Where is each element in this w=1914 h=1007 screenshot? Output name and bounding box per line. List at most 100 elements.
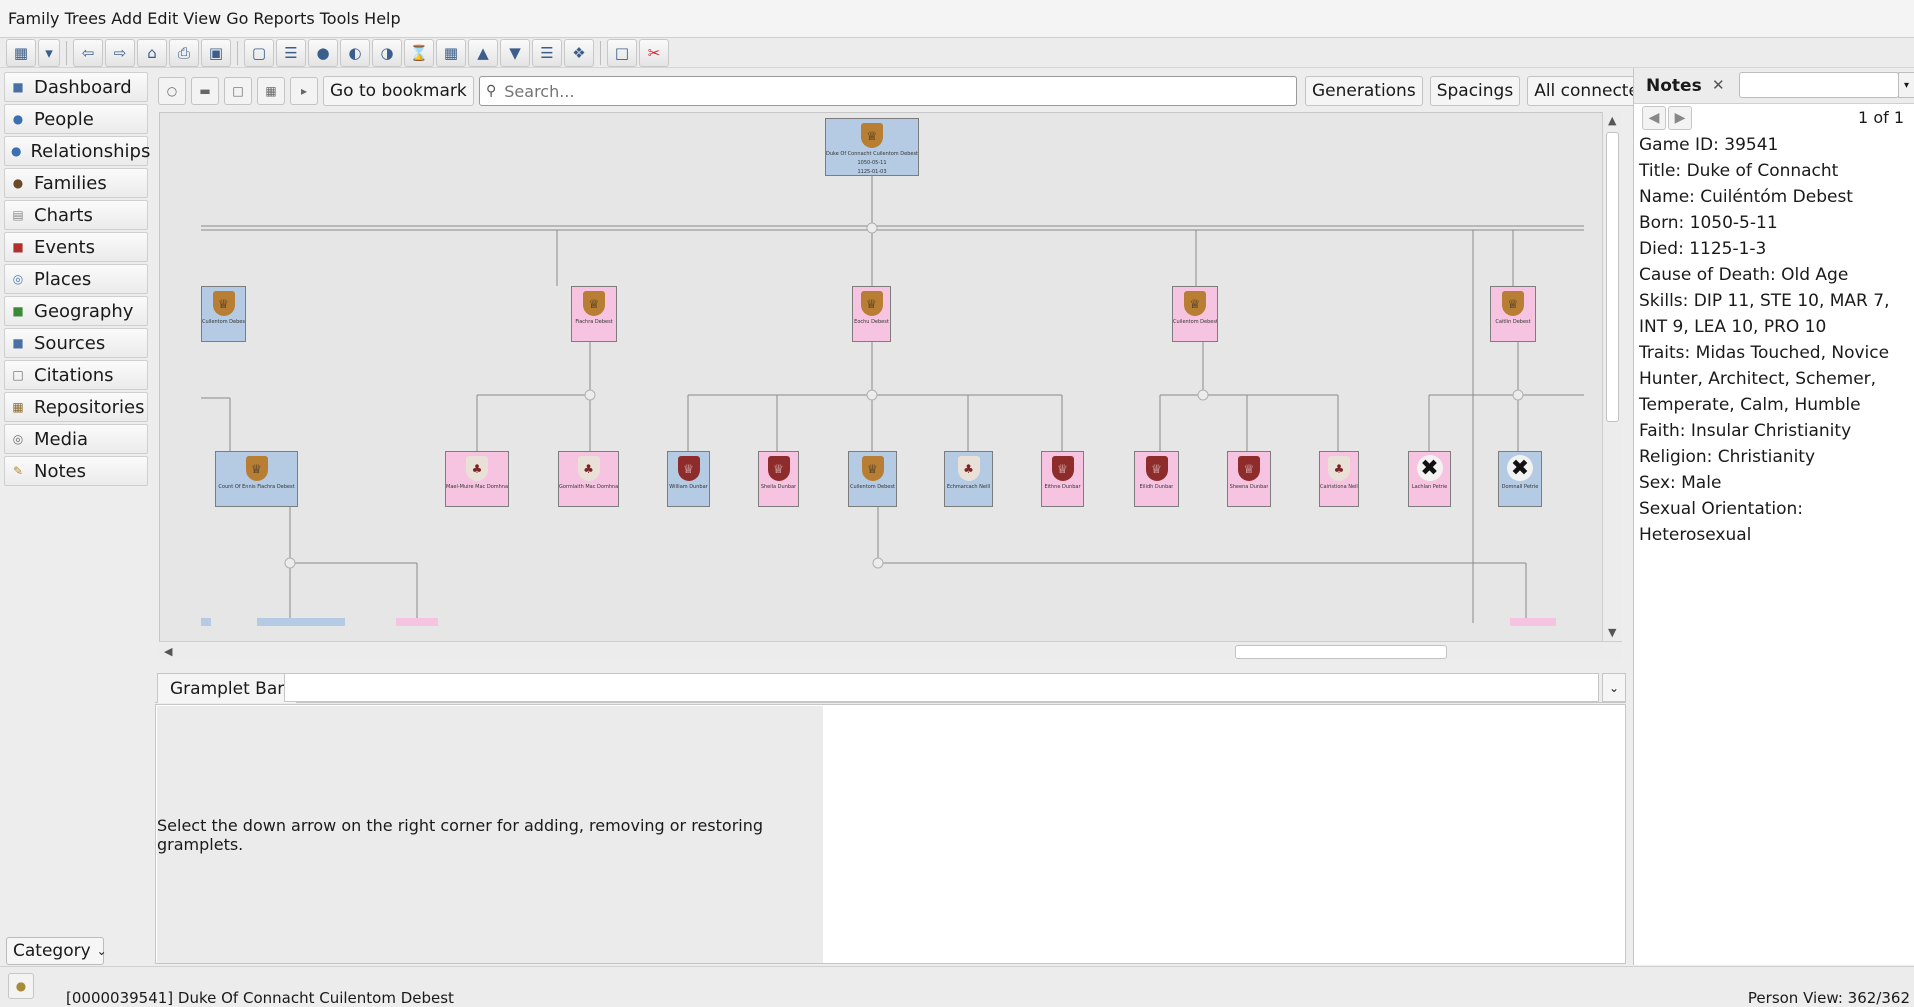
menu-go[interactable]: Go [226,9,248,28]
person-card-root[interactable]: ♕ Duke Of Connacht Cuilentom Debest 1050… [825,118,919,176]
generations-button[interactable]: Generations [1305,76,1423,106]
search-field[interactable]: ⚲ [479,76,1297,106]
bookmark-icon[interactable]: □ [224,77,252,105]
person-card-grandchild[interactable]: ♕ William Dunbar [667,451,710,507]
scroll-up-icon[interactable]: ▲ [1608,114,1616,127]
menu-family-trees[interactable]: Family Trees [8,9,106,28]
category-dropdown[interactable]: Category ⌄ [6,937,107,965]
sidebar-item-relationships[interactable]: ● Relationships [4,136,150,166]
fan-chart-icon[interactable]: ◐ [340,38,370,67]
tree-canvas[interactable]: ♕ Duke Of Connacht Cuilentom Debest 1050… [159,112,1622,642]
coat-of-arms-icon: ♣ [1328,456,1350,481]
pedigree-icon[interactable]: ● [308,38,338,67]
person-card-grandchild[interactable]: ♕ Eilidh Dunbar [1134,451,1179,507]
sidebar-item-events[interactable]: ■ Events [4,232,148,262]
hourglass-icon[interactable]: ⌛ [404,38,434,67]
person-card-grandchild[interactable]: ♕ Count Of Ennis Fiachra Debest [215,451,298,507]
status-count: Person View: 362/362 [1747,989,1910,1007]
scroll-down-icon[interactable]: ▼ [1608,626,1616,639]
tools-icon[interactable]: ✂ [639,38,669,67]
family-trees-icon[interactable]: ▦ [6,38,36,67]
collapse-icon[interactable]: ▬ [191,77,219,105]
warning-icon[interactable]: ● [8,973,34,999]
person-card-child[interactable]: ♕ Cuilentom Debest [201,286,246,342]
tab-gramplet-bar[interactable]: Gramplet Bar [157,673,298,703]
sidebar-item-families[interactable]: ● Families [4,168,148,198]
descendant-fan-icon[interactable]: ◑ [372,38,402,67]
ancestry-icon[interactable]: ▲ [468,38,498,67]
back-icon[interactable]: ⇦ [73,38,103,67]
gramplet-message: Select the down arrow on the right corne… [157,706,823,963]
person-card-grandchild[interactable]: ♣ Cairistiona Neill [1319,451,1359,507]
sidebar-item-repositories[interactable]: ▦ Repositories [4,392,148,422]
sidebar-item-sources[interactable]: ■ Sources [4,328,148,358]
sidebar-item-citations[interactable]: □ Citations [4,360,148,390]
scrollbar-thumb[interactable] [1606,132,1619,422]
menu-view[interactable]: View [183,9,221,28]
sidebar-item-geography[interactable]: ■ Geography [4,296,148,326]
person-card-grandchild[interactable]: ♕ Eithne Dunbar [1041,451,1084,507]
scrollbar-thumb[interactable] [1235,645,1447,659]
scroll-left-icon[interactable]: ◀ [164,645,172,658]
sidebar-item-people[interactable]: ● People [4,104,148,134]
person-card-grandchild[interactable]: ♕ Sheila Dunbar [758,451,799,507]
go-to-bookmark-button[interactable]: Go to bookmark [323,76,474,106]
person-view-icon[interactable]: ▢ [244,38,274,67]
vertical-scrollbar[interactable]: ▲ ▼ [1602,112,1622,642]
graph-view-icon[interactable]: ▦ [436,38,466,67]
home-icon[interactable]: ⌂ [137,38,167,67]
person-card-grandchild[interactable]: ♕ Sheena Dunbar [1227,451,1271,507]
notes-count: 1 of 1 [1858,108,1904,127]
person-card-grandchild[interactable]: ♣ Gormlaith Mac Domhnaill [558,451,619,507]
grid-icon[interactable]: ▦ [257,77,285,105]
close-icon[interactable]: ✕ [1712,76,1725,94]
tree-icon[interactable]: ☰ [532,38,562,67]
marker-icon[interactable]: ▸ [290,77,318,105]
chevron-down-icon[interactable]: ▾ [1898,72,1914,98]
sidebar-item-places[interactable]: ◎ Places [4,264,148,294]
tab-notes[interactable]: Notes [1646,76,1702,96]
reports-icon[interactable]: □ [607,38,637,67]
notes-sidebar: Notes ✕ ▾ ◀ ▶ 1 of 1 Game ID: 39541 Titl… [1633,68,1914,965]
search-icon: ⚲ [486,83,497,99]
sidebar-item-media[interactable]: ◎ Media [4,424,148,454]
person-card-grandchild[interactable]: ♕ Cuilentom Debest [848,451,897,507]
menu-reports[interactable]: Reports [253,9,314,28]
chevron-down-icon[interactable]: ⌄ [1602,673,1626,702]
person-card-child[interactable]: ♕ Fiachra Debest [571,286,617,342]
person-card-child[interactable]: ♕ Caitlin Debest [1490,286,1536,342]
menu-help[interactable]: Help [364,9,400,28]
search-input[interactable] [502,80,1296,102]
menu-add[interactable]: Add [111,9,142,28]
descendants-icon[interactable]: ▼ [500,38,530,67]
note-line: Skills: DIP 11, STE 10, MAR 7, INT 9, LE… [1639,291,1890,337]
relationship-view-icon[interactable]: ☰ [276,38,306,67]
person-card-grandchild[interactable]: ✖ Domnall Petrie [1498,451,1542,507]
person-card-grandchild[interactable]: ✖ Lachlan Petrie [1408,451,1451,507]
sidebar-item-charts[interactable]: ▤ Charts [4,200,148,230]
person-card-child[interactable]: ♕ Eochu Debest [852,286,891,342]
coat-of-arms-icon: ♣ [466,456,488,481]
menu-tools[interactable]: Tools [320,9,359,28]
network-icon[interactable]: ❖ [564,38,594,67]
spacings-button[interactable]: Spacings [1429,76,1521,106]
menu-edit[interactable]: Edit [147,9,178,28]
print-icon[interactable]: ⎙ [169,38,199,67]
forward-icon[interactable]: ⇨ [105,38,135,67]
person-card-grandchild[interactable]: ♣ Mael-Muire Mac Domhnaill [445,451,509,507]
person-card-child[interactable]: ♕ Cuilentom Debest [1172,286,1218,342]
filter-icon[interactable]: ○ [158,77,186,105]
previous-note-icon[interactable]: ◀ [1642,106,1666,130]
clipboard-icon[interactable]: ▣ [201,38,231,67]
horizontal-scrollbar[interactable]: ◀ [159,641,1622,661]
sidebar-item-notes[interactable]: ✎ Notes [4,456,148,486]
sidebar-item-dashboard[interactable]: ■ Dashboard [4,72,148,102]
notes-tab-selector[interactable] [1739,72,1899,98]
main-toolbar: ▦ ▾ ⇦ ⇨ ⌂ ⎙ ▣ ▢ ☰ ● ◐ ◑ ⌛ ▦ ▲ ▼ ☰ ❖ □ ✂ [0,38,1914,68]
coat-of-arms-icon: ♕ [1184,291,1206,316]
person-card-grandchild[interactable]: ♣ Echmarcach Neill [944,451,993,507]
note-text[interactable]: Game ID: 39541 Title: Duke of Connacht N… [1639,132,1914,548]
next-note-icon[interactable]: ▶ [1668,106,1692,130]
coat-of-arms-icon: ♕ [677,456,700,481]
dropdown-icon[interactable]: ▾ [38,38,60,67]
